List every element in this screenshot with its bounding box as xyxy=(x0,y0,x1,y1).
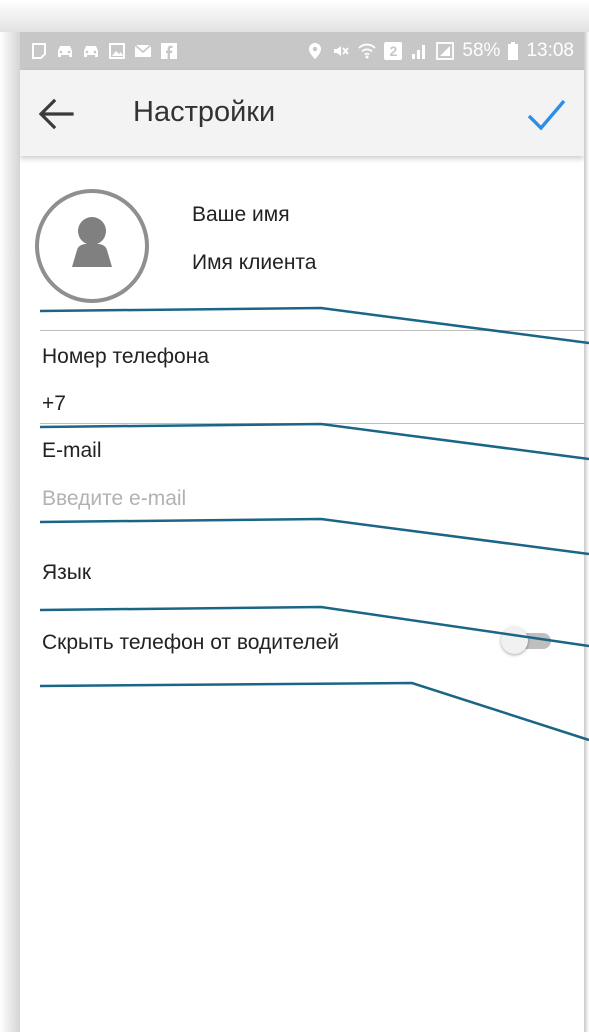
facebook-icon xyxy=(160,42,178,60)
name-label: Ваше имя xyxy=(192,203,290,226)
checkmark-icon xyxy=(527,99,566,131)
page-title: Настройки xyxy=(133,96,276,128)
signal-icon xyxy=(436,42,455,60)
name-field[interactable]: Имя клиента xyxy=(192,251,316,275)
phone-screen: 2 58% 13:08 Настройки Ваше имя Имя клиен… xyxy=(20,32,584,1032)
email-label: E-mail xyxy=(42,439,102,462)
email-field[interactable]: Введите e-mail xyxy=(42,487,186,511)
status-bar: 2 58% 13:08 xyxy=(20,32,584,70)
wifi-icon xyxy=(358,42,377,60)
hide-phone-toggle[interactable] xyxy=(501,625,553,657)
hide-phone-label: Скрыть телефон от водителей xyxy=(42,631,340,654)
save-button[interactable] xyxy=(524,92,568,136)
phone-field[interactable]: +7 xyxy=(42,392,66,416)
notification-icon xyxy=(30,42,48,60)
app-bar: Настройки xyxy=(20,70,584,156)
user-icon xyxy=(72,217,112,267)
frame-shadow xyxy=(0,0,589,32)
arrow-left-icon xyxy=(38,98,74,130)
frame-shadow xyxy=(0,32,20,1032)
battery-percent: 58% xyxy=(462,40,501,61)
signal-icon xyxy=(410,42,428,60)
language-selector[interactable]: Язык xyxy=(42,561,91,585)
image-icon xyxy=(108,42,126,60)
location-icon xyxy=(306,42,324,60)
avatar[interactable] xyxy=(35,189,149,303)
mute-icon xyxy=(332,42,350,60)
mail-icon xyxy=(134,42,152,60)
clock: 13:08 xyxy=(526,40,574,61)
toggle-thumb xyxy=(501,627,528,654)
sim-badge: 2 xyxy=(384,42,403,60)
car-icon xyxy=(82,42,100,60)
phone-label: Номер телефона xyxy=(42,345,210,368)
divider xyxy=(40,330,584,331)
car-icon xyxy=(56,42,74,60)
frame-shadow xyxy=(584,32,589,1032)
divider xyxy=(40,423,584,424)
battery-icon xyxy=(508,42,519,60)
back-button[interactable] xyxy=(36,94,76,134)
